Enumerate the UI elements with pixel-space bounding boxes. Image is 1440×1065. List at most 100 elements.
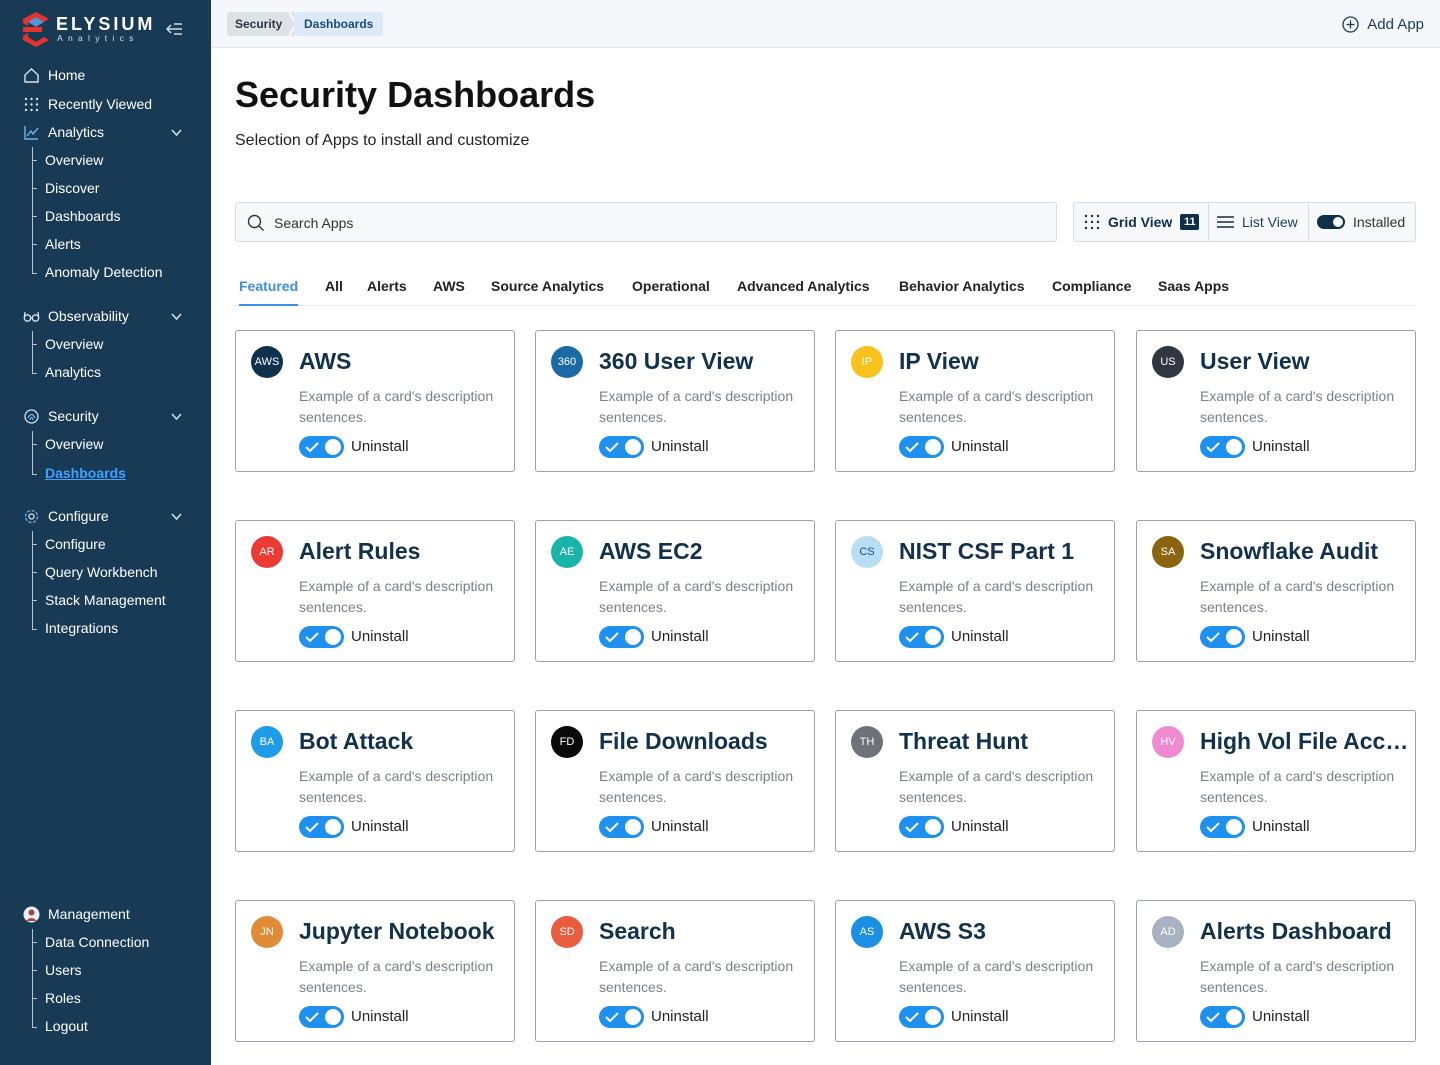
- uninstall-toggle[interactable]: [899, 816, 944, 838]
- uninstall-toggle[interactable]: [599, 816, 644, 838]
- check-icon: [1206, 1012, 1220, 1023]
- app-card[interactable]: BA Bot Attack Example of a card's descri…: [235, 710, 515, 852]
- tab-behavior-analytics[interactable]: Behavior Analytics: [899, 278, 1025, 306]
- nav-analytics-anomaly-detection[interactable]: Anomaly Detection: [45, 259, 163, 285]
- app-card[interactable]: JN Jupyter Notebook Example of a card's …: [235, 900, 515, 1042]
- uninstall-toggle[interactable]: [299, 816, 344, 838]
- app-avatar: AWS: [251, 346, 283, 378]
- uninstall-toggle[interactable]: [1200, 1006, 1245, 1028]
- app-title: IP View: [899, 348, 979, 374]
- nav-analytics-overview[interactable]: Overview: [45, 147, 103, 173]
- app-card[interactable]: HV High Vol File Access Example of a car…: [1136, 710, 1416, 852]
- nav-configure[interactable]: Configure: [0, 502, 211, 530]
- uninstall-toggle[interactable]: [299, 1006, 344, 1028]
- nav-analytics-alerts[interactable]: Alerts: [45, 231, 81, 257]
- app-avatar: TH: [851, 726, 883, 758]
- app-card[interactable]: FD File Downloads Example of a card's de…: [535, 710, 815, 852]
- check-icon: [305, 442, 319, 453]
- nav-management-users[interactable]: Users: [45, 957, 82, 983]
- nav-observability-overview[interactable]: Overview: [45, 331, 103, 357]
- uninstall-toggle[interactable]: [599, 626, 644, 648]
- nav-recently-viewed[interactable]: Recently Viewed: [0, 90, 211, 118]
- app-avatar: 360: [551, 346, 583, 378]
- brand-mark-icon: [23, 12, 49, 47]
- grid-view-button[interactable]: Grid View 11: [1074, 203, 1208, 241]
- app-card[interactable]: AD Alerts Dashboard Example of a card's …: [1136, 900, 1416, 1042]
- app-avatar: SD: [551, 916, 583, 948]
- tab-operational[interactable]: Operational: [632, 278, 710, 306]
- fingerprint-icon: [24, 409, 39, 424]
- uninstall-label: Uninstall: [1252, 818, 1310, 835]
- app-card[interactable]: SA Snowflake Audit Example of a card's d…: [1136, 520, 1416, 662]
- app-card[interactable]: AE AWS EC2 Example of a card's descripti…: [535, 520, 815, 662]
- uninstall-label: Uninstall: [351, 818, 409, 835]
- gear-icon: [24, 509, 39, 524]
- tree-line: [32, 531, 37, 630]
- uninstall-toggle[interactable]: [599, 1006, 644, 1028]
- app-description: Example of a card's description sentence…: [599, 578, 794, 615]
- nav-analytics-label: Analytics: [48, 124, 105, 140]
- chart-line-icon: [24, 126, 39, 140]
- app-avatar: AR: [251, 536, 283, 568]
- uninstall-label: Uninstall: [1252, 1008, 1310, 1025]
- app-card[interactable]: US User View Example of a card's descrip…: [1136, 330, 1416, 472]
- nav-management[interactable]: Management: [0, 900, 211, 928]
- nav-observability-analytics[interactable]: Analytics: [45, 359, 101, 385]
- uninstall-toggle[interactable]: [899, 1006, 944, 1028]
- tab-source-analytics[interactable]: Source Analytics: [491, 278, 604, 306]
- nav-management-data-connection[interactable]: Data Connection: [45, 929, 149, 955]
- installed-label: Installed: [1353, 214, 1406, 230]
- search-input[interactable]: [274, 212, 1034, 234]
- app-card[interactable]: IP IP View Example of a card's descripti…: [835, 330, 1115, 472]
- tab-alerts[interactable]: Alerts: [367, 278, 407, 306]
- nav-configure-integrations[interactable]: Integrations: [45, 615, 118, 641]
- search-box: [235, 202, 1057, 242]
- nav-observability[interactable]: Observability: [0, 302, 211, 330]
- app-card[interactable]: AWS AWS Example of a card's description …: [235, 330, 515, 472]
- nav-configure-stack-management[interactable]: Stack Management: [45, 587, 166, 613]
- nav-configure-configure[interactable]: Configure: [45, 531, 106, 557]
- tab-all[interactable]: All: [325, 278, 343, 306]
- uninstall-toggle[interactable]: [299, 436, 344, 458]
- uninstall-toggle[interactable]: [1200, 816, 1245, 838]
- tab-aws[interactable]: AWS: [433, 278, 465, 306]
- check-icon: [905, 1012, 919, 1023]
- grid-view-label: Grid View: [1108, 214, 1173, 230]
- nav-analytics[interactable]: Analytics: [0, 118, 211, 146]
- uninstall-toggle[interactable]: [599, 436, 644, 458]
- nav-security[interactable]: Security: [0, 402, 211, 430]
- add-app-button[interactable]: Add App: [1342, 13, 1424, 35]
- collapse-sidebar-icon[interactable]: [165, 20, 185, 38]
- tab-compliance[interactable]: Compliance: [1052, 278, 1131, 306]
- nav-security-dashboards[interactable]: Dashboards: [45, 460, 126, 486]
- app-card[interactable]: AR Alert Rules Example of a card's descr…: [235, 520, 515, 662]
- uninstall-label: Uninstall: [1252, 628, 1310, 645]
- uninstall-toggle[interactable]: [1200, 436, 1245, 458]
- user-avatar-icon: [23, 906, 40, 923]
- uninstall-toggle[interactable]: [899, 626, 944, 648]
- app-card[interactable]: TH Threat Hunt Example of a card's descr…: [835, 710, 1115, 852]
- check-icon: [905, 442, 919, 453]
- top-bar: Security Dashboards Add App: [211, 0, 1440, 48]
- brand-name: ELYSIUM: [56, 14, 156, 34]
- nav-security-overview[interactable]: Overview: [45, 431, 103, 457]
- uninstall-toggle[interactable]: [1200, 626, 1245, 648]
- uninstall-toggle[interactable]: [299, 626, 344, 648]
- nav-analytics-discover[interactable]: Discover: [45, 175, 99, 201]
- app-card[interactable]: 360 360 User View Example of a card's de…: [535, 330, 815, 472]
- nav-management-roles[interactable]: Roles: [45, 985, 81, 1011]
- app-avatar: AE: [551, 536, 583, 568]
- nav-analytics-dashboards[interactable]: Dashboards: [45, 203, 121, 229]
- app-card[interactable]: AS AWS S3 Example of a card's descriptio…: [835, 900, 1115, 1042]
- nav-home[interactable]: Home: [0, 61, 211, 89]
- uninstall-toggle[interactable]: [899, 436, 944, 458]
- list-view-button[interactable]: List View: [1208, 203, 1308, 241]
- nav-management-logout[interactable]: Logout: [45, 1013, 88, 1039]
- app-card[interactable]: SD Search Example of a card's descriptio…: [535, 900, 815, 1042]
- nav-configure-query-workbench[interactable]: Query Workbench: [45, 559, 158, 585]
- tab-advanced-analytics[interactable]: Advanced Analytics: [737, 278, 870, 306]
- app-card[interactable]: CS NIST CSF Part 1 Example of a card's d…: [835, 520, 1115, 662]
- tab-featured[interactable]: Featured: [239, 278, 299, 306]
- tab-saas-apps[interactable]: Saas Apps: [1158, 278, 1229, 306]
- installed-toggle[interactable]: Installed: [1308, 203, 1416, 241]
